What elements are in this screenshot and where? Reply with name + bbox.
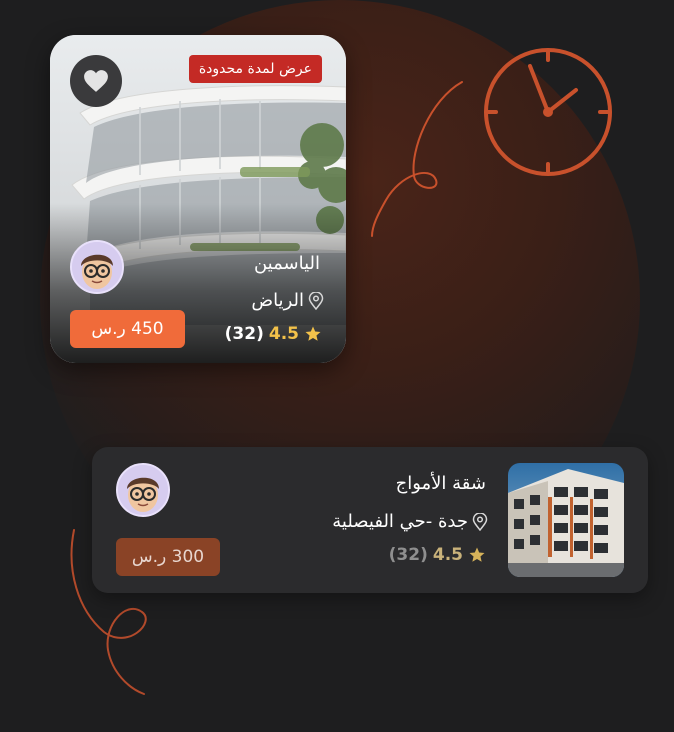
listing-card[interactable]: شقة الأمواج جدة -حي الفيصلية 4.5 (32) 30… bbox=[92, 447, 648, 593]
review-count: (32) bbox=[388, 545, 428, 565]
heart-icon bbox=[84, 70, 108, 92]
avatar[interactable] bbox=[116, 463, 170, 517]
location-text: الرياض bbox=[251, 290, 304, 311]
apartment-thumbnail bbox=[508, 463, 624, 577]
featured-property-card[interactable]: عرض لمدة محدودة الياسمين الرياض 4.5 (32)… bbox=[50, 35, 346, 363]
limited-offer-badge: عرض لمدة محدودة bbox=[188, 55, 322, 83]
star-icon bbox=[469, 547, 485, 562]
location-pin-icon bbox=[472, 512, 488, 531]
listing-location: جدة -حي الفيصلية bbox=[332, 511, 488, 532]
avatar[interactable] bbox=[70, 240, 124, 294]
price-button[interactable]: 450 ر.س bbox=[70, 310, 185, 348]
rating-value: 4.5 bbox=[268, 324, 299, 344]
listing-rating: 4.5 (32) bbox=[389, 545, 486, 565]
location-text: جدة -حي الفيصلية bbox=[332, 511, 468, 532]
location-pin-icon bbox=[308, 291, 324, 310]
property-title: الياسمين bbox=[253, 253, 320, 274]
price-button[interactable]: 300 ر.س bbox=[116, 538, 220, 576]
favorite-button[interactable] bbox=[70, 55, 122, 107]
listing-title: شقة الأمواج bbox=[395, 473, 486, 494]
rating-value: 4.5 bbox=[432, 545, 463, 565]
star-icon bbox=[305, 326, 321, 341]
avatar-memoji-icon bbox=[72, 242, 122, 292]
property-rating: 4.5 (32) bbox=[225, 324, 322, 344]
building-image bbox=[508, 463, 624, 577]
review-count: (32) bbox=[224, 324, 264, 344]
avatar-memoji-icon bbox=[118, 465, 168, 515]
property-location: الرياض bbox=[251, 290, 324, 311]
